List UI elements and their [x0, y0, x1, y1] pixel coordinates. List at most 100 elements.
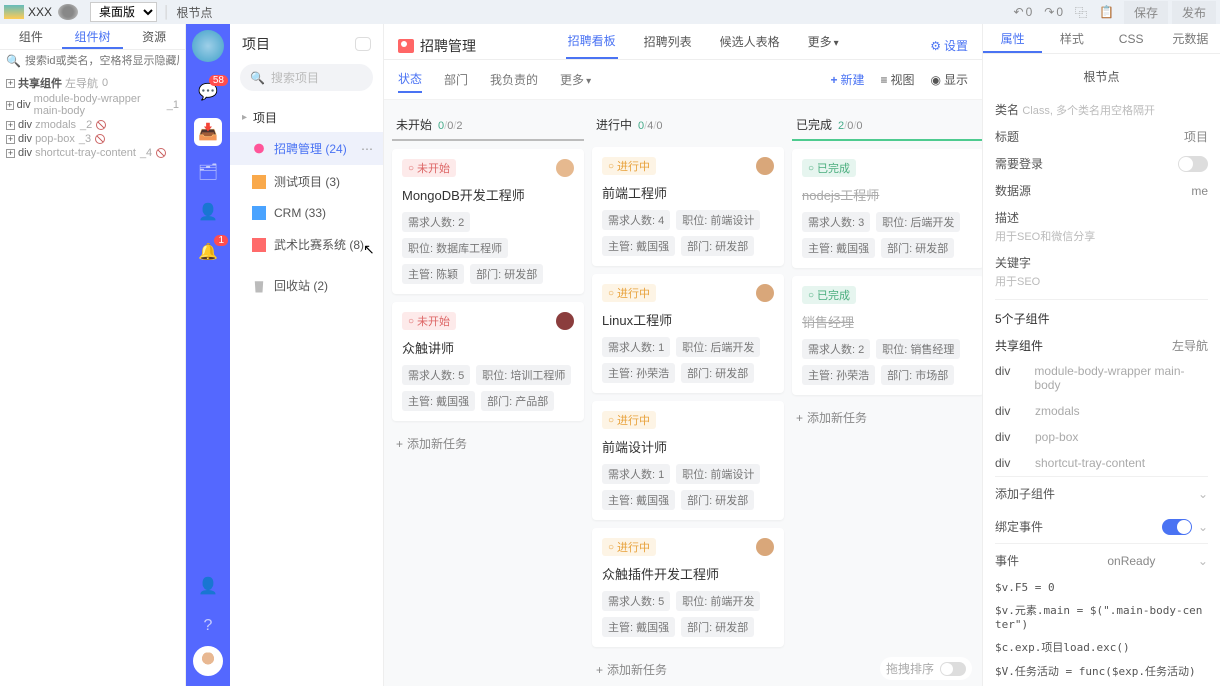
- card-tag: 需求人数: 3: [802, 212, 870, 232]
- sidebar-user-icon[interactable]: 👤: [194, 572, 222, 600]
- card-title: 前端设计师: [602, 437, 774, 456]
- sidebar-contacts-icon[interactable]: 👤: [194, 198, 222, 226]
- settings-button[interactable]: 设置: [930, 37, 968, 54]
- bind-event-toggle[interactable]: [1162, 519, 1192, 535]
- card-tag: 主管: 戴国强: [602, 236, 675, 256]
- project-search[interactable]: 🔍 搜索项目: [240, 64, 373, 91]
- card-tag: 主管: 孙荣浩: [802, 365, 875, 385]
- tree-row[interactable]: +divshortcut-tray-content_4: [6, 146, 179, 160]
- kanban-card[interactable]: 进行中 Linux工程师 需求人数: 1职位: 后端开发主管: 孙荣浩部门: 研…: [592, 274, 784, 393]
- disabled-icon: [96, 120, 106, 130]
- expand-icon[interactable]: +: [6, 135, 15, 144]
- code-line[interactable]: $V.任务活动 = func($exp.任务活动): [995, 659, 1208, 683]
- children-count: 5个子组件: [995, 310, 1208, 327]
- card-tag: 职位: 前端开发: [676, 591, 760, 611]
- tree-tab-resource[interactable]: 资源: [123, 24, 185, 49]
- expand-icon[interactable]: +: [6, 79, 15, 88]
- sidebar-avatar[interactable]: [193, 646, 223, 676]
- code-line[interactable]: $v.元素.main = $(".main-body-center"): [995, 598, 1208, 635]
- itab-attrs[interactable]: 属性: [983, 24, 1042, 53]
- kanban-card[interactable]: 未开始 众触讲师 需求人数: 5职位: 培训工程师主管: 戴国强部门: 产品部: [392, 302, 584, 421]
- tab-kanban[interactable]: 招聘看板: [566, 32, 618, 59]
- kanban-card[interactable]: 进行中 前端设计师 需求人数: 1职位: 前端设计主管: 戴国强部门: 研发部: [592, 401, 784, 520]
- add-task-button[interactable]: 添加新任务: [392, 429, 584, 458]
- sidebar-inbox-icon[interactable]: 📥: [194, 118, 222, 146]
- save-button[interactable]: 保存: [1124, 1, 1168, 24]
- kanban-card[interactable]: 已完成 销售经理 需求人数: 2职位: 销售经理主管: 孙荣浩部门: 市场部: [792, 276, 982, 395]
- kanban-card[interactable]: 进行中 众触插件开发工程师 需求人数: 5职位: 前端开发主管: 戴国强部门: …: [592, 528, 784, 647]
- toggle-icon[interactable]: [940, 662, 966, 676]
- card-tag: 主管: 戴国强: [802, 238, 875, 258]
- view-button[interactable]: 视图: [880, 71, 914, 88]
- card-tag: 部门: 产品部: [481, 391, 554, 411]
- project-category[interactable]: 项目: [230, 99, 383, 132]
- child-row[interactable]: divshortcut-tray-content: [995, 450, 1208, 476]
- avatar: [756, 157, 774, 175]
- sub-more[interactable]: 更多: [560, 67, 591, 92]
- redo-button[interactable]: ↷0: [1044, 5, 1063, 19]
- tree-search-input[interactable]: [25, 55, 179, 67]
- sub-mine[interactable]: 我负责的: [490, 67, 538, 92]
- tree-tab-tree[interactable]: 组件树: [62, 24, 124, 49]
- add-child-row[interactable]: 添加子组件: [995, 476, 1208, 510]
- project-item[interactable]: 招聘管理 (24): [230, 132, 383, 165]
- publish-button[interactable]: 发布: [1172, 1, 1216, 24]
- expand-icon[interactable]: +: [6, 121, 15, 130]
- sidebar-alert-icon[interactable]: 🔔1: [194, 238, 222, 266]
- needlogin-toggle[interactable]: [1178, 156, 1208, 172]
- kanban-card[interactable]: 进行中 前端工程师 需求人数: 4职位: 前端设计主管: 戴国强部门: 研发部: [592, 147, 784, 266]
- tab-list[interactable]: 招聘列表: [642, 33, 694, 58]
- new-button[interactable]: 新建: [830, 71, 864, 88]
- child-row[interactable]: divmodule-body-wrapper main-body: [995, 358, 1208, 398]
- status-badge: 未开始: [402, 312, 456, 330]
- itab-style[interactable]: 样式: [1042, 24, 1101, 53]
- tree-row-shared[interactable]: + 共享组件 左导航 0: [6, 74, 179, 92]
- content-header: 招聘管理 招聘看板 招聘列表 候选人表格 更多 设置: [384, 24, 982, 60]
- add-task-button[interactable]: 添加新任务: [592, 655, 784, 684]
- root-crumb[interactable]: 根节点: [177, 4, 213, 21]
- avatar: [556, 159, 574, 177]
- expand-icon[interactable]: +: [6, 101, 14, 110]
- sidebar-chat-icon[interactable]: 💬58: [194, 78, 222, 106]
- tree-row[interactable]: +divzmodals_2: [6, 118, 179, 132]
- event-onready[interactable]: 事件 onReady: [995, 543, 1208, 577]
- inspector-crumb[interactable]: 根节点: [995, 62, 1208, 91]
- bind-event-row[interactable]: 绑定事件: [995, 510, 1208, 543]
- kanban-card[interactable]: 未开始 MongoDB开发工程师 需求人数: 2职位: 数据库工程师主管: 陈颖…: [392, 149, 584, 294]
- tab-candidates[interactable]: 候选人表格: [718, 33, 782, 58]
- itab-meta[interactable]: 元数据: [1161, 24, 1220, 53]
- tab-more[interactable]: 更多: [806, 33, 841, 58]
- sidebar-folder-icon[interactable]: 🗂: [194, 158, 222, 186]
- code-line[interactable]: $v.F5 = 0: [995, 577, 1208, 598]
- copy-icon[interactable]: ⿻: [1075, 4, 1087, 21]
- child-row[interactable]: divpop-box: [995, 424, 1208, 450]
- tree-row[interactable]: +divpop-box_3: [6, 132, 179, 146]
- undo-button[interactable]: ↶0: [1014, 5, 1033, 19]
- tree-row[interactable]: +divmodule-body-wrapper main-body_1: [6, 92, 179, 118]
- project-item[interactable]: CRM (33): [230, 198, 383, 228]
- child-row[interactable]: divzmodals: [995, 398, 1208, 424]
- label-datasource: 数据源: [995, 182, 1031, 199]
- field-title-value[interactable]: 项目: [1184, 128, 1208, 145]
- display-button[interactable]: 显示: [931, 71, 969, 88]
- paste-icon[interactable]: 📋: [1099, 5, 1114, 19]
- mode-select[interactable]: 桌面版: [90, 2, 157, 22]
- mailbox-icon[interactable]: [355, 37, 371, 51]
- drag-sort-toggle[interactable]: 拖拽排序: [880, 657, 972, 680]
- expand-icon[interactable]: +: [6, 149, 15, 158]
- project-item[interactable]: 测试项目 (3): [230, 165, 383, 198]
- tree-tab-component[interactable]: 组件: [0, 24, 62, 49]
- label-needlogin: 需要登录: [995, 155, 1043, 172]
- add-task-button[interactable]: 添加新任务: [792, 403, 982, 432]
- sub-dept[interactable]: 部门: [444, 67, 468, 92]
- tree-search[interactable]: 🔍: [0, 50, 185, 72]
- kanban-card[interactable]: 已完成 nodejs工程师 需求人数: 3职位: 后端开发主管: 戴国强部门: …: [792, 149, 982, 268]
- avatar: [756, 538, 774, 556]
- sub-status[interactable]: 状态: [398, 66, 422, 93]
- sidebar-help-icon[interactable]: ?: [194, 612, 222, 640]
- code-line[interactable]: $c.exp.项目load.exc(): [995, 635, 1208, 659]
- project-item[interactable]: 武术比赛系统 (8): [230, 228, 383, 261]
- field-datasource-value[interactable]: me: [1191, 184, 1208, 198]
- recycle-bin[interactable]: 回收站 (2): [230, 269, 383, 302]
- itab-css[interactable]: CSS: [1102, 24, 1161, 53]
